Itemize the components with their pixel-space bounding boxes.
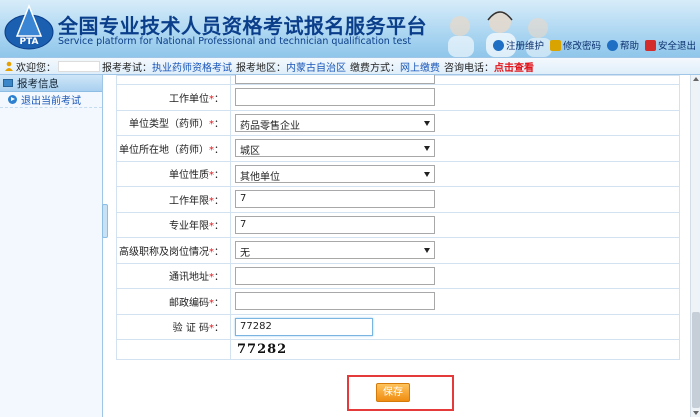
captcha-label: 验 证 码 xyxy=(172,323,209,335)
dropdown-caret-icon xyxy=(424,120,430,126)
major-years-label: 专业年限 xyxy=(169,221,209,233)
form-row: 通讯地址*： xyxy=(116,262,680,289)
pta-logo-icon: PTA xyxy=(4,4,54,50)
lock-icon xyxy=(549,39,561,51)
svg-text:PTA: PTA xyxy=(19,37,38,47)
address-input[interactable] xyxy=(235,266,435,285)
form-row: 工作年限*： 7 xyxy=(116,186,680,213)
form-row: 单位类型（药师）*： 药品零售企业 xyxy=(116,109,680,136)
dropdown-caret-icon xyxy=(424,171,430,177)
help-link[interactable]: 帮助 xyxy=(606,38,639,52)
registration-form: 工作单位*： 单位类型（药师）*： 药品零售企业 单位所在地（药师）*： 城区 … xyxy=(116,75,680,360)
form-row: 单位所在地（药师）*： 城区 xyxy=(116,135,680,162)
major-years-input[interactable]: 7 xyxy=(235,215,435,234)
captcha-input[interactable]: 77282 xyxy=(235,317,373,336)
region-value: 内蒙古自治区 xyxy=(286,62,346,74)
dropdown-caret-icon xyxy=(424,248,430,254)
unit-type-label: 单位类型（药师） xyxy=(129,119,209,131)
exam-value: 执业药师资格考试 xyxy=(152,62,232,74)
payment-value: 网上缴费 xyxy=(400,62,440,74)
region-label: 报考地区： xyxy=(236,62,286,74)
help-icon xyxy=(606,39,618,51)
site-header: PTA 全国专业技术人员资格考试报名服务平台 Service platform … xyxy=(0,0,700,57)
power-icon xyxy=(644,39,656,51)
logout-link[interactable]: 安全退出 xyxy=(644,38,696,52)
form-row: 单位性质*： 其他单位 xyxy=(116,160,680,187)
scroll-thumb[interactable] xyxy=(692,312,700,408)
form-row: 77282 xyxy=(116,339,680,360)
senior-title-select[interactable]: 无 xyxy=(235,241,435,260)
exam-label: 报考考试： xyxy=(102,62,152,74)
scroll-up-icon[interactable] xyxy=(693,77,699,81)
phone-view-link[interactable]: 点击查看 xyxy=(494,59,534,74)
unit-type-select[interactable]: 药品零售企业 xyxy=(235,113,435,132)
form-row: 高级职称及岗位情况*： 无 xyxy=(116,237,680,264)
user-info-bar: 欢迎您： 报考考试： 执业药师资格考试 报考地区： 内蒙古自治区 缴费方式： 网… xyxy=(0,57,700,75)
minus-box-icon xyxy=(3,79,13,87)
work-years-label: 工作年限 xyxy=(169,195,209,207)
username-redacted xyxy=(58,60,100,72)
arrow-right-icon xyxy=(8,95,17,104)
sidebar: 报考信息 退出当前考试 xyxy=(0,75,103,417)
change-password-link[interactable]: 修改密码 xyxy=(549,38,601,52)
unit-location-label: 单位所在地（药师） xyxy=(119,144,209,156)
captcha-image[interactable]: 77282 xyxy=(235,342,287,357)
address-label: 通讯地址 xyxy=(169,272,209,284)
work-unit-label: 工作单位 xyxy=(169,93,209,105)
work-unit-input[interactable] xyxy=(235,88,435,107)
unit-nature-label: 单位性质 xyxy=(169,170,209,182)
postcode-label: 邮政编码 xyxy=(169,297,209,309)
sidebar-item-exit-exam[interactable]: 退出当前考试 xyxy=(0,92,102,108)
senior-title-label: 高级职称及岗位情况 xyxy=(119,246,209,258)
form-row: 验 证 码*： 77282 xyxy=(116,313,680,340)
payment-label: 缴费方式： xyxy=(350,62,400,74)
form-row: 专业年限*： 7 xyxy=(116,211,680,238)
register-maintain-link[interactable]: 注册维护 xyxy=(492,38,544,52)
work-years-input[interactable]: 7 xyxy=(235,190,435,209)
form-row: 邮政编码*： xyxy=(116,288,680,315)
welcome-label: 欢迎您： xyxy=(16,62,56,74)
phone-label: 咨询电话： xyxy=(444,62,494,74)
main-content: 工作单位*： 单位类型（药师）*： 药品零售企业 单位所在地（药师）*： 城区 … xyxy=(108,75,690,417)
globe-icon xyxy=(492,39,504,51)
unit-location-select[interactable]: 城区 xyxy=(235,139,435,158)
scroll-down-icon[interactable] xyxy=(693,411,699,415)
save-button[interactable]: 保存 xyxy=(376,383,410,402)
form-row-partial xyxy=(116,75,680,85)
top-links: 注册维护 修改密码 帮助 安全退出 xyxy=(492,38,696,52)
postcode-input[interactable] xyxy=(235,292,435,311)
user-icon xyxy=(5,61,13,71)
site-subtitle: Service platform for National Profession… xyxy=(58,36,412,47)
partial-select[interactable] xyxy=(235,75,435,84)
vertical-scrollbar[interactable] xyxy=(690,75,700,417)
form-row: 工作单位*： xyxy=(116,84,680,111)
unit-nature-select[interactable]: 其他单位 xyxy=(235,164,435,183)
site-title: 全国专业技术人员资格考试报名服务平台 xyxy=(58,14,427,38)
sidebar-section-header[interactable]: 报考信息 xyxy=(0,75,102,92)
dropdown-caret-icon xyxy=(424,146,430,152)
